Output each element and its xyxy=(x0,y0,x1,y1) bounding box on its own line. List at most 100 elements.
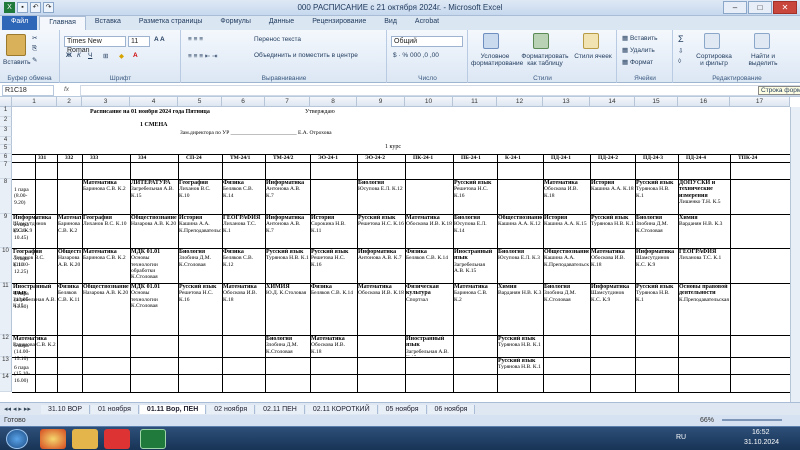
sheet-tab[interactable]: 02.11 ПЕН xyxy=(256,404,305,414)
lesson-cell[interactable]: МДК 01.01 Основы технологии обработки К.С… xyxy=(131,249,177,282)
lesson-cell[interactable]: Биология Злобина Д.М. К.Столовая xyxy=(179,249,221,282)
italic-icon[interactable]: К xyxy=(77,52,81,59)
lesson-cell[interactable]: МатематикаБаринова С.В. К.2 xyxy=(58,215,81,247)
column-header[interactable]: 6 xyxy=(222,97,265,107)
lesson-cell[interactable]: Русский язык Решетова Н.С. К.16 xyxy=(179,284,221,334)
delete-cells-button[interactable]: ▦ Удалить xyxy=(622,46,655,54)
column-header[interactable]: 10 xyxy=(405,97,453,107)
lesson-cell[interactable]: МДК 01.01 Основы технологии К.Столовая xyxy=(131,284,177,334)
column-header[interactable]: 16 xyxy=(678,97,730,107)
column-header[interactable]: 5 xyxy=(178,97,222,107)
bold-icon[interactable]: Ж xyxy=(66,52,72,59)
tab-acrobat[interactable]: Acrobat xyxy=(406,16,448,30)
lesson-cell[interactable]: Химия Варданян Н.В. К.3 xyxy=(679,215,729,247)
column-header[interactable]: 14 xyxy=(590,97,635,107)
close-button[interactable]: ✕ xyxy=(773,1,797,14)
lesson-cell[interactable]: Русский язык Решетова Н.С. К.16 xyxy=(454,180,496,213)
lesson-cell[interactable]: Русский язык Турянова Н.В. К.1 xyxy=(636,284,677,334)
align-top-icon[interactable]: ≡ ≡ ≡ xyxy=(188,36,203,43)
lesson-cell[interactable]: ОбществознаниеНазарова А.В. К.20 xyxy=(83,284,129,334)
tab-review[interactable]: Рецензирование xyxy=(303,16,375,30)
lesson-cell[interactable]: ИсторияКашина А.А. К.Преподавательская xyxy=(179,215,221,247)
fill-icon[interactable]: ⇩ xyxy=(678,47,683,55)
sheet-tab[interactable]: 06 ноября xyxy=(427,404,476,414)
find-select-icon[interactable] xyxy=(754,33,770,49)
tab-file[interactable]: Файл xyxy=(2,16,38,30)
lesson-cell[interactable]: Биология Злобина Д.М. К.Столовая xyxy=(266,336,309,356)
lesson-cell[interactable]: Физика Беляков С.В. К.14 xyxy=(223,180,264,213)
lesson-cell[interactable]: Иностранный языкЗагребельная А.В. К.15 xyxy=(454,249,496,282)
formula-input[interactable] xyxy=(80,85,800,96)
sheet-tab[interactable]: 01.11 Вор, ПЕН xyxy=(139,404,207,414)
row-header[interactable]: 14 xyxy=(0,374,12,392)
row-header[interactable]: 3 xyxy=(0,127,12,137)
format-as-table-button[interactable]: Форматировать как таблицу xyxy=(521,53,569,67)
lesson-cell[interactable]: Физика Беляков С.В. К.12 xyxy=(223,249,264,282)
row-header[interactable]: 1 xyxy=(0,107,12,117)
column-header[interactable]: 1 xyxy=(12,97,57,107)
name-box[interactable]: R1C18 xyxy=(2,85,54,96)
clock-date[interactable]: 31.10.2024 xyxy=(744,439,779,446)
sort-filter-icon[interactable] xyxy=(704,33,720,49)
row-header[interactable]: 13 xyxy=(0,357,12,374)
lesson-cell[interactable]: Математика Обоскова И.В. К.18 xyxy=(406,215,452,247)
borders-icon[interactable]: ⊞ xyxy=(103,52,108,60)
lesson-cell[interactable]: Русский язык Турянова Н.В. К.1 xyxy=(498,358,542,373)
media-player-icon[interactable] xyxy=(104,429,130,449)
lesson-cell[interactable]: Физика Беляков С.В. К.11 xyxy=(58,284,81,334)
lesson-cell[interactable]: Биология Злобина Д.М. К.Столовая xyxy=(636,215,677,247)
excel-taskbar-icon[interactable] xyxy=(140,429,166,449)
lesson-cell[interactable]: Математика Обоскова И.В. К.18 xyxy=(311,336,356,356)
lesson-cell[interactable]: Русский язык Турянова Н.В. К.1 xyxy=(498,336,542,356)
row-header[interactable]: 10 xyxy=(0,248,12,283)
lesson-cell[interactable]: Математика Обоскова И.В. К.18 xyxy=(223,284,264,334)
lesson-cell[interactable]: Русский язык Турянова Н.В. К.1 xyxy=(636,180,677,213)
clock-time[interactable]: 16:52 xyxy=(752,429,770,436)
lesson-cell[interactable]: География Лиханов В.С. К.10 xyxy=(83,215,129,247)
browser-icon[interactable] xyxy=(40,429,66,449)
find-select-button[interactable]: Найти и выделить xyxy=(742,53,784,67)
lesson-cell[interactable]: Информатика Антонова А.В. К.7 xyxy=(266,180,309,213)
row-header[interactable]: 5 xyxy=(0,145,12,154)
lesson-cell[interactable]: Информатика Антонова А.В. К.7 xyxy=(358,249,404,282)
lesson-cell[interactable]: Физическая культура Спортзал xyxy=(406,284,452,334)
lesson-cell[interactable]: Обществознание Кашина А.А. К.Преподавател… xyxy=(544,249,589,282)
grow-font-icon[interactable]: A A xyxy=(154,36,165,43)
zoom-level[interactable]: 66% xyxy=(700,415,714,426)
column-header[interactable]: 8 xyxy=(310,97,357,107)
conditional-format-icon[interactable] xyxy=(483,33,499,49)
number-format-select[interactable]: Общий xyxy=(391,36,463,47)
column-header[interactable]: 9 xyxy=(357,97,405,107)
insert-cells-button[interactable]: ▦ Вставить xyxy=(622,34,658,42)
lesson-cell[interactable]: Иностранный языкЗагребельная А.В. К.15 xyxy=(406,336,452,356)
lesson-cell[interactable]: ОбществознаниеНазарова А.В. К.20 xyxy=(131,215,177,247)
lesson-cell[interactable]: Математика Обоскова И.В. К.18 xyxy=(358,284,404,334)
sheet-tab[interactable]: 02 ноября xyxy=(207,404,256,414)
lesson-cell[interactable]: ЛИТЕРАТУРА Загребельная А.В. К.15 xyxy=(131,180,177,213)
lesson-cell[interactable]: ДОПУСКИ и технические измерения Лишенко Т… xyxy=(679,180,729,213)
lesson-cell[interactable]: Химия Варданян Н.В. К.3 xyxy=(498,284,542,334)
lesson-cell[interactable]: МатематикаБаринова С.В. К.2 xyxy=(13,336,56,356)
column-header[interactable]: 13 xyxy=(543,97,590,107)
lesson-cell[interactable]: Информатика Шамсутдинов К.С. К.9 xyxy=(13,215,56,247)
font-name-select[interactable]: Times New Roman xyxy=(64,36,126,54)
tab-page-layout[interactable]: Разметка страницы xyxy=(130,16,212,30)
lesson-cell[interactable]: Основы правовой деятельности К.Преподават… xyxy=(679,284,729,334)
lesson-cell[interactable]: Русский язык Турянова Н.В. К.1 xyxy=(591,215,634,247)
conditional-format-button[interactable]: Условное форматирование xyxy=(471,53,523,67)
lesson-cell[interactable]: Биология Юсупова Е.Л. К.12 xyxy=(358,180,404,213)
lesson-cell[interactable]: ГЕОГРАФИЯ Лиханова Т.С. К.1 xyxy=(679,249,729,282)
sheet-tab[interactable]: 31.10 ВОР xyxy=(41,404,91,414)
currency-format-icon[interactable]: $ · % 000 ,0 ,00 xyxy=(393,52,439,59)
underline-icon[interactable]: Ч xyxy=(88,52,92,59)
lesson-cell[interactable]: География Лиханов В.С. К.10 xyxy=(13,249,56,282)
lesson-cell[interactable]: ОбществознаниеНазарова А.В. К.20 xyxy=(58,249,81,282)
format-painter-icon[interactable]: ✎ xyxy=(32,56,37,64)
lesson-cell[interactable]: История Кашина А.А. К.18 xyxy=(591,180,634,213)
lesson-cell[interactable]: МатематикаБаринова С.В. К.2 xyxy=(83,180,129,213)
lesson-cell[interactable]: Информатика Шамсутдинов К.С. К.9 xyxy=(636,249,677,282)
lesson-cell[interactable]: Русский язык Решетова Н.С. К.16 xyxy=(358,215,404,247)
start-button[interactable] xyxy=(6,429,28,449)
merge-center-button[interactable]: Объединить и поместить в центре xyxy=(254,52,358,59)
clear-icon[interactable]: ◊ xyxy=(678,58,681,65)
